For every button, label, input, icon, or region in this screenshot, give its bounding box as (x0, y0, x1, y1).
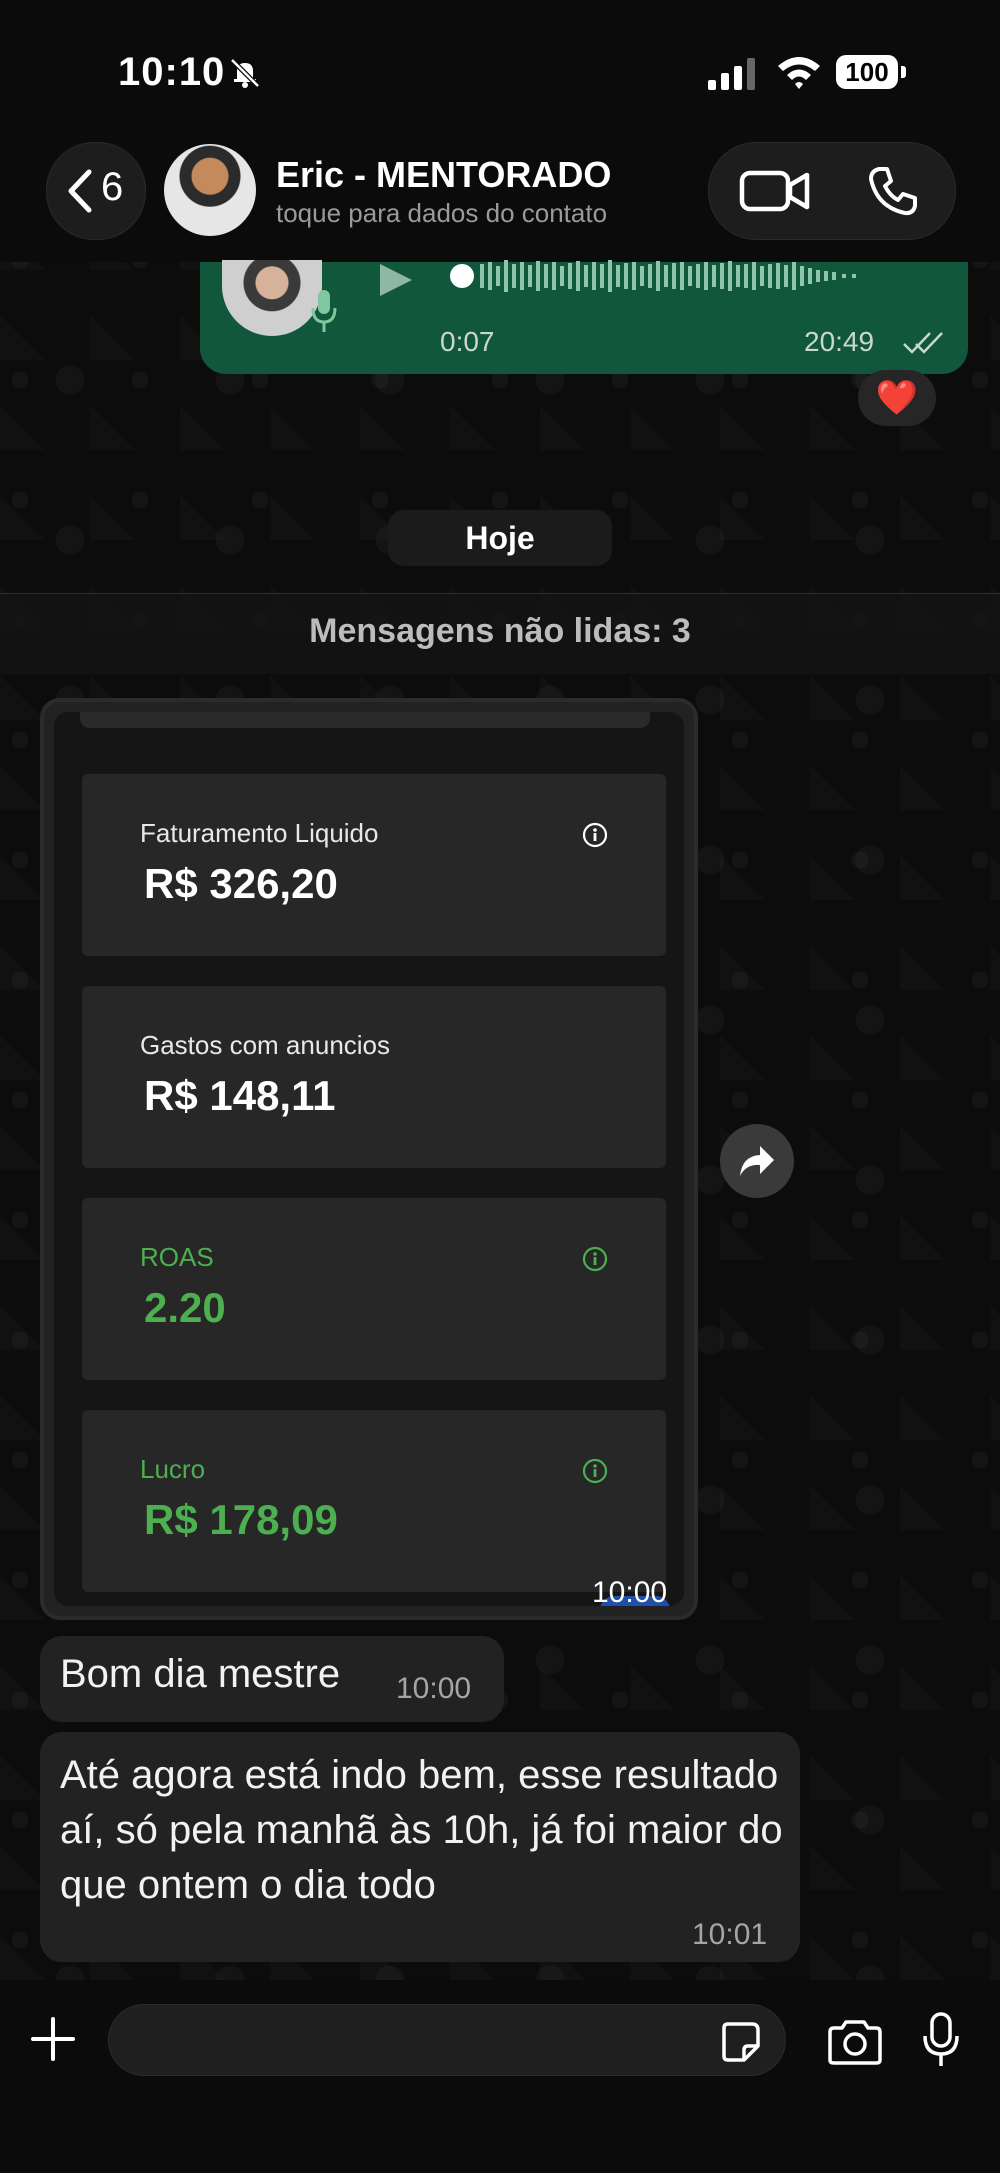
forward-arrow-icon (740, 1146, 774, 1176)
call-buttons (708, 142, 956, 240)
message-text: Até agora está indo bem, esse resultado … (60, 1753, 783, 1907)
message-time: 10:01 (692, 1918, 768, 1951)
signal-icon (708, 58, 755, 90)
contact-subtitle[interactable]: toque para dados do contato (276, 198, 607, 229)
voice-duration: 0:07 (440, 326, 495, 357)
status-time: 10:10 (118, 50, 226, 94)
unread-chats-count: 6 (101, 165, 124, 209)
message-time: 10:00 (592, 1576, 668, 1609)
metric-label: Faturamento Liquido (140, 818, 379, 848)
chevron-left-icon (68, 169, 92, 213)
unread-separator: Mensagens não lidas: 3 (0, 593, 1000, 674)
contact-avatar[interactable] (164, 144, 256, 236)
incoming-message[interactable]: Até agora está indo bem, esse resultado … (40, 1732, 800, 1962)
unread-label: Mensagens não lidas: 3 (309, 612, 691, 650)
back-button[interactable]: 6 (46, 142, 146, 240)
info-icon (582, 1458, 608, 1484)
info-icon (582, 822, 608, 848)
camera-icon[interactable] (826, 2018, 884, 2066)
voice-message-bubble[interactable]: 0:07 20:49 (200, 260, 968, 374)
message-text: Bom dia mestre (60, 1652, 341, 1696)
metric-card-ad-spend: Gastos com anuncios R$ 148,11 (82, 986, 666, 1168)
metric-card-revenue: Faturamento Liquido R$ 326,20 (82, 774, 666, 956)
screenshot-top-edge (80, 712, 650, 728)
contact-name[interactable]: Eric - MENTORADO (276, 154, 611, 196)
battery-level: 100 (836, 55, 898, 89)
composer-bar (0, 1980, 1000, 2173)
bell-muted-icon (230, 58, 260, 88)
incoming-message[interactable]: Bom dia mestre 10:00 (40, 1636, 504, 1722)
metric-value: R$ 148,11 (144, 1072, 336, 1119)
video-call-icon[interactable] (739, 167, 811, 215)
play-icon[interactable] (376, 262, 416, 298)
wifi-icon (778, 57, 820, 89)
double-check-icon (903, 332, 943, 354)
info-icon (582, 1246, 608, 1272)
metric-value: 2.20 (144, 1284, 226, 1331)
forward-button[interactable] (720, 1124, 794, 1198)
metric-label: Lucro (140, 1454, 206, 1484)
microphone-icon[interactable] (922, 2012, 960, 2068)
dashboard-screenshot[interactable]: Faturamento Liquido R$ 326,20 Gastos com… (54, 712, 684, 1606)
plus-icon[interactable] (30, 2016, 76, 2062)
chat-header: 6 Eric - MENTORADO toque para dados do c… (0, 120, 1000, 262)
metric-label: Gastos com anuncios (140, 1030, 391, 1060)
message-input[interactable] (108, 2004, 786, 2076)
voice-sender-avatar (222, 260, 322, 336)
microphone-icon (311, 290, 337, 332)
phone-call-icon[interactable] (867, 165, 919, 217)
audio-waveform[interactable] (450, 256, 920, 296)
message-time: 10:00 (396, 1672, 472, 1705)
image-message-bubble[interactable]: Faturamento Liquido R$ 326,20 Gastos com… (40, 698, 698, 1620)
sticker-icon[interactable] (718, 2020, 762, 2064)
metric-value: R$ 326,20 (144, 860, 338, 907)
battery-indicator: 100 (836, 55, 906, 89)
date-separator: Hoje (388, 510, 612, 566)
battery-tip (901, 66, 906, 78)
metric-label: ROAS (140, 1242, 214, 1272)
status-bar: 10:10 100 (0, 0, 1000, 120)
metric-card-roas: ROAS 2.20 (82, 1198, 666, 1380)
message-time: 20:49 (804, 326, 875, 357)
metric-value: R$ 178,09 (144, 1496, 338, 1543)
heart-reaction[interactable]: ❤️ (858, 370, 936, 426)
metric-card-profit: Lucro R$ 178,09 (82, 1410, 666, 1592)
